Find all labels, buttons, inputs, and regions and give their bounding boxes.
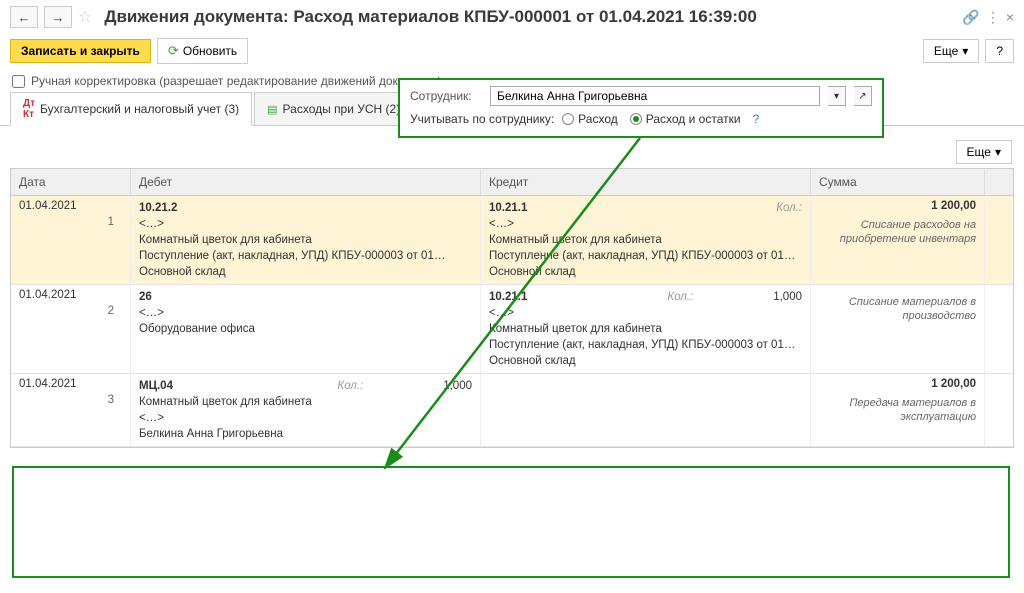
refresh-button[interactable]: ⟳ Обновить <box>157 38 248 64</box>
nav-forward-button[interactable]: → <box>44 6 72 28</box>
star-icon[interactable]: ☆ <box>78 7 92 27</box>
close-icon[interactable]: × <box>1006 9 1014 26</box>
window-title: Движения документа: Расход материалов КП… <box>104 7 956 27</box>
tab-usn[interactable]: ▤ Расходы при УСН (2) <box>254 92 413 125</box>
header-credit[interactable]: Кредит <box>481 169 811 195</box>
dt-kt-icon: ДтКт <box>23 98 35 120</box>
grid-row[interactable]: 01.04.2021 3 МЦ.041,000Кол.: Комнатный ц… <box>11 374 1013 447</box>
manual-edit-checkbox[interactable] <box>12 75 25 88</box>
dropdown-button[interactable]: ▾ <box>828 86 846 106</box>
nav-back-button[interactable]: ← <box>10 6 38 28</box>
grid-row[interactable]: 01.04.2021 1 10.21.2 <…> Комнатный цвето… <box>11 196 1013 285</box>
header-sum[interactable]: Сумма <box>811 169 985 195</box>
save-close-button[interactable]: Записать и закрыть <box>10 39 151 63</box>
header-debit[interactable]: Дебет <box>131 169 481 195</box>
grid-row[interactable]: 01.04.2021 2 26 <…> Оборудование офиса 1… <box>11 285 1013 374</box>
movements-grid: Дата Дебет Кредит Сумма 01.04.2021 1 10.… <box>10 168 1014 448</box>
tab-accounting[interactable]: ДтКт Бухгалтерский и налоговый учет (3) <box>10 92 252 126</box>
radio-expense-balance[interactable]: Расход и остатки <box>630 112 741 126</box>
radio-icon <box>630 113 642 125</box>
header-date[interactable]: Дата <box>11 169 131 195</box>
employee-input[interactable] <box>490 86 820 106</box>
document-icon: ▤ <box>267 103 277 116</box>
filter-help[interactable]: ? <box>753 112 760 126</box>
account-label: Учитывать по сотруднику: <box>410 112 554 126</box>
kebab-icon[interactable]: ⋮ <box>986 9 1000 26</box>
employee-label: Сотрудник: <box>410 89 482 103</box>
link-icon[interactable]: 🔗 <box>962 9 979 26</box>
help-button[interactable]: ? <box>985 39 1014 63</box>
highlight-annotation <box>12 466 1010 578</box>
filter-panel: Сотрудник: ▾ ↗ Учитывать по сотруднику: … <box>398 78 884 138</box>
radio-icon <box>562 113 574 125</box>
refresh-icon: ⟳ <box>168 43 179 59</box>
more-button[interactable]: Еще ▾ <box>923 39 979 63</box>
manual-edit-label: Ручная корректировка (разрешает редактир… <box>31 74 441 88</box>
grid-more-button[interactable]: Еще ▾ <box>956 140 1012 164</box>
open-button[interactable]: ↗ <box>854 86 872 106</box>
radio-expense[interactable]: Расход <box>562 112 618 126</box>
